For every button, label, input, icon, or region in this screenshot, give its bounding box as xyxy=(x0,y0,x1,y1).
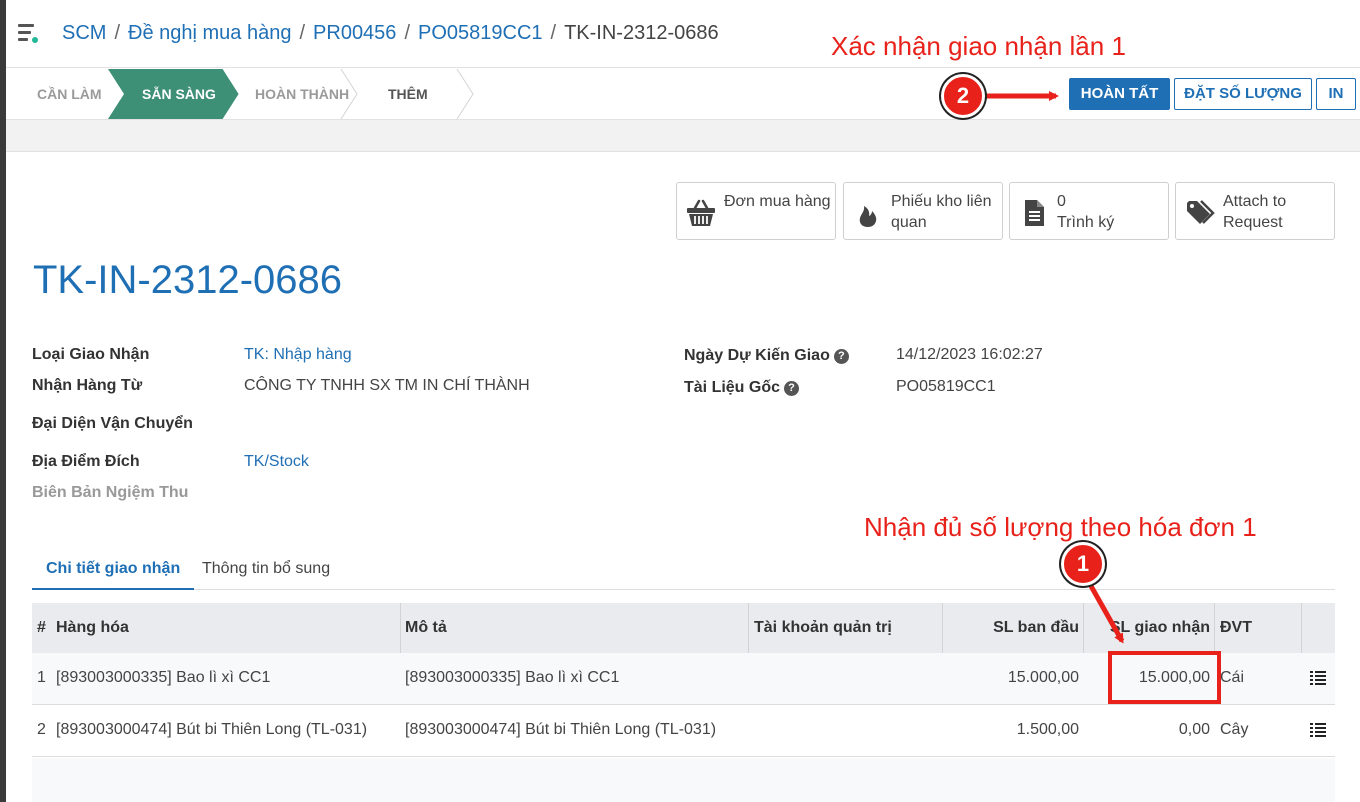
app-menu-icon[interactable] xyxy=(18,22,38,44)
row-product[interactable]: [893003000335] Bao lì xì CC1 xyxy=(56,653,396,705)
picking-type-label: Loại Giao Nhận xyxy=(32,346,150,363)
scheduled-date-field-label: Ngày Dự Kiến Giao? xyxy=(684,347,849,365)
scheduled-date-label: Ngày Dự Kiến Giao xyxy=(684,347,830,364)
stage-todo[interactable]: CẦN LÀM xyxy=(37,69,102,119)
origin-value: PO05819CC1 xyxy=(896,378,996,395)
breadcrumb-current: TK-IN-2312-0686 xyxy=(564,22,719,44)
tab-operations[interactable]: Chi tiết giao nhận xyxy=(32,550,195,590)
breadcrumb: SCM / Đề nghị mua hàng / PR00456 / PO05819CC1 /… xyxy=(62,22,719,45)
column-header-done-qty[interactable]: SL giao nhận xyxy=(1088,603,1210,653)
row-initial-qty: 15.000,00 xyxy=(1007,669,1079,686)
stage-more[interactable]: THÊM xyxy=(388,69,428,119)
breadcrumb-item-purchase-request[interactable]: Đề nghị mua hàng xyxy=(128,22,291,44)
row-number: 1 xyxy=(37,669,46,686)
table-empty-area xyxy=(32,758,1335,802)
help-icon[interactable]: ? xyxy=(784,381,800,396)
smart-button-label: Đơn mua hàng xyxy=(724,193,831,210)
column-header-product[interactable]: Hàng hóa xyxy=(56,603,396,653)
column-divider xyxy=(1083,603,1084,653)
destination-value[interactable]: TK/Stock xyxy=(244,453,309,471)
stage-done[interactable]: HOÀN THÀNH xyxy=(255,69,349,119)
basket-icon xyxy=(687,199,715,226)
row-done-qty[interactable]: 0,00 xyxy=(1088,705,1210,757)
smart-button-label: Attach to Request xyxy=(1223,193,1287,231)
acceptance-report-label: Biên Bản Ngiệm Thu xyxy=(32,484,189,501)
detailed-operations-icon[interactable] xyxy=(1310,723,1326,737)
attach-to-request-smart-button[interactable]: Attach to Request xyxy=(1175,182,1335,240)
partner-value: CÔNG TY TNHH SX TM IN CHÍ THÀNH xyxy=(244,377,530,394)
row-uom: Cái xyxy=(1220,669,1245,686)
notebook-tabs: Chi tiết giao nhận Thông tin bổ sung xyxy=(32,550,1335,590)
smart-button-label: Trình ký xyxy=(1057,214,1115,231)
fire-icon xyxy=(859,206,877,227)
smart-button-text: 0 Trình ký xyxy=(1057,191,1167,233)
column-divider xyxy=(748,603,749,653)
related-pickings-smart-button[interactable]: Phiếu kho liên quan xyxy=(843,182,1003,240)
column-header-uom[interactable]: ĐVT xyxy=(1220,603,1300,653)
annotation-step2-text: Xác nhận giao nhận lần 1 xyxy=(831,31,1126,61)
approval-smart-button[interactable]: 0 Trình ký xyxy=(1009,182,1169,240)
carrier-label: Đại Diện Vận Chuyển xyxy=(32,415,193,432)
column-header-initial-qty[interactable]: SL ban đầu xyxy=(947,603,1079,653)
print-button[interactable]: IN xyxy=(1316,78,1356,110)
purchase-order-smart-button[interactable]: Đơn mua hàng xyxy=(676,182,836,240)
destination-label: Địa Điểm Đích xyxy=(32,453,140,470)
row-initial-qty: 1.500,00 xyxy=(1016,721,1079,738)
tab-additional-info[interactable]: Thông tin bổ sung xyxy=(188,550,344,590)
breadcrumb-item-po[interactable]: PO05819CC1 xyxy=(418,22,543,44)
row-description[interactable]: [893003000474] Bút bi Thiên Long (TL-031… xyxy=(405,705,745,757)
column-header-analytic-account[interactable]: Tài khoản quản trị xyxy=(754,603,939,653)
scheduled-date-value: 14/12/2023 16:02:27 xyxy=(896,346,1043,363)
done-button[interactable]: HOÀN TẤT xyxy=(1069,78,1170,110)
column-header-description[interactable]: Mô tả xyxy=(405,603,745,653)
partner-label: Nhận Hàng Từ xyxy=(32,377,143,394)
breadcrumb-separator: / xyxy=(299,22,306,44)
status-bar: CẦN LÀM SẴN SÀNG HOÀN THÀNH THÊM HOÀN TẤ… xyxy=(6,69,1360,120)
origin-field-label: Tài Liệu Gốc? xyxy=(684,379,800,397)
set-quantities-button[interactable]: ĐẶT SỐ LƯỢNG xyxy=(1174,78,1312,110)
column-header-number: # xyxy=(37,619,46,636)
approval-count: 0 xyxy=(1057,193,1066,210)
column-divider xyxy=(1214,603,1215,653)
row-product[interactable]: [893003000474] Bút bi Thiên Long (TL-031… xyxy=(56,705,396,757)
sheet-background-strip xyxy=(6,120,1360,152)
table-row[interactable]: 2 [893003000474] Bút bi Thiên Long (TL-0… xyxy=(32,705,1335,757)
stage-ready[interactable]: SẴN SÀNG xyxy=(142,69,216,119)
row-analytic-account[interactable] xyxy=(754,705,939,757)
annotation-highlight-box xyxy=(1108,651,1221,704)
breadcrumb-item-pr[interactable]: PR00456 xyxy=(313,22,396,44)
row-analytic-account[interactable] xyxy=(754,653,939,705)
row-description[interactable]: [893003000335] Bao lì xì CC1 xyxy=(405,653,745,705)
smart-button-label: Phiếu kho liên quan xyxy=(891,193,992,231)
annotation-step1-text: Nhận đủ số lượng theo hóa đơn 1 xyxy=(864,512,1257,542)
row-number: 2 xyxy=(37,721,46,738)
detailed-operations-icon[interactable] xyxy=(1310,671,1326,685)
table-header: # Hàng hóa Mô tả Tài khoản quản trị SL b… xyxy=(32,603,1335,653)
tags-icon xyxy=(1187,200,1215,224)
column-divider xyxy=(942,603,943,653)
breadcrumb-separator: / xyxy=(404,22,410,44)
breadcrumb-separator: / xyxy=(550,22,557,44)
breadcrumb-separator: / xyxy=(114,22,121,44)
control-panel: SCM / Đề nghị mua hàng / PR00456 / PO05819CC1 /… xyxy=(6,0,1360,68)
breadcrumb-item-scm[interactable]: SCM xyxy=(62,22,106,44)
row-uom: Cây xyxy=(1220,721,1249,738)
help-icon[interactable]: ? xyxy=(833,349,849,364)
record-title: TK-IN-2312-0686 xyxy=(33,258,343,302)
annotation-step1-badge: 1 xyxy=(1061,542,1105,586)
document-icon xyxy=(1025,200,1044,226)
column-divider xyxy=(1301,603,1302,653)
column-divider xyxy=(400,603,401,653)
annotation-step2-badge: 2 xyxy=(941,74,985,118)
picking-type-value[interactable]: TK: Nhập hàng xyxy=(244,346,352,364)
origin-label: Tài Liệu Gốc xyxy=(684,379,781,396)
